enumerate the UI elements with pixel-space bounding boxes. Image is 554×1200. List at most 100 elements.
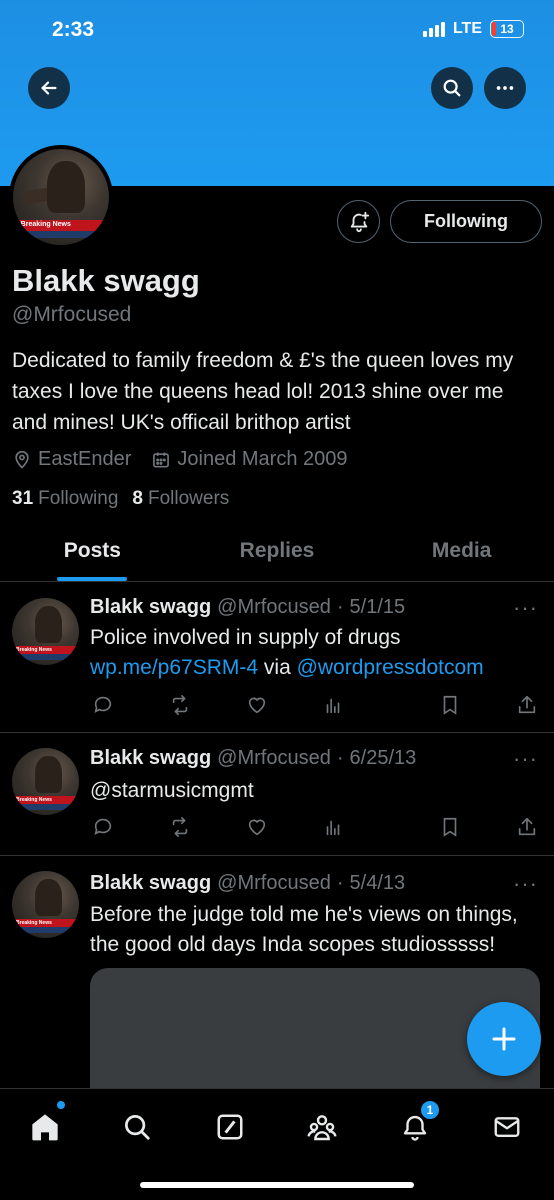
avatar-image: Breaking News	[13, 149, 109, 245]
notifications-badge: 1	[419, 1099, 441, 1121]
avatar-caption: Breaking News	[20, 221, 71, 229]
profile-meta: EastEnder Joined March 2009	[12, 448, 362, 471]
compose-button[interactable]	[467, 1002, 541, 1076]
battery-level: 13	[500, 22, 514, 36]
location: EastEnder	[12, 448, 131, 471]
post-text: Police involved in supply of drugs wp.me…	[90, 623, 530, 683]
repost-button[interactable]	[167, 692, 193, 718]
tab-media[interactable]: Media	[369, 530, 554, 581]
communities-icon	[307, 1115, 337, 1141]
post-actions	[90, 814, 540, 840]
search-icon	[125, 1115, 150, 1140]
avatar-caption: Breaking News	[16, 647, 52, 654]
joined-date: Joined March 2009	[151, 448, 348, 471]
followers-label: Followers	[147, 488, 230, 509]
tab-replies-label: Replies	[239, 539, 315, 562]
profile-bio: Dedicated to family freedom & £'s the qu…	[12, 349, 514, 434]
location-pin-icon	[15, 450, 29, 469]
joined-text: Joined March 2009	[177, 448, 348, 470]
repost-icon	[172, 695, 188, 715]
post-header: Blakk swagg @Mrfocused · 5/4/13	[90, 872, 405, 895]
separator-dot: ·	[336, 596, 344, 618]
post[interactable]: Breaking News Blakk swagg @Mrfocused · 5…	[0, 583, 554, 733]
separator-dot: ·	[336, 872, 344, 894]
post-header: Blakk swagg @Mrfocused · 5/1/15	[90, 596, 405, 619]
active-tab-indicator	[57, 577, 128, 581]
avatar-caption: Breaking News	[16, 920, 52, 927]
post-author-handle: @Mrfocused	[217, 596, 331, 618]
post-text: Before the judge told me he's views on t…	[90, 903, 518, 956]
nav-communities[interactable]	[304, 1109, 340, 1145]
reply-button[interactable]	[90, 692, 116, 718]
following-count-link[interactable]: 31 Following	[12, 488, 118, 510]
views-button[interactable]	[320, 814, 346, 840]
post-author-handle: @Mrfocused	[217, 872, 331, 894]
more-options-button[interactable]	[484, 67, 526, 109]
tab-posts-label: Posts	[63, 539, 121, 562]
bookmark-button[interactable]	[437, 814, 463, 840]
post-more-button[interactable]: ···	[513, 871, 538, 897]
post-text-part: via	[258, 656, 297, 679]
following-label: Following	[38, 488, 119, 509]
post-more-button[interactable]: ···	[513, 746, 538, 772]
avatar-caption: Breaking News	[16, 797, 52, 804]
post-date: 5/1/15	[349, 596, 406, 618]
post-actions	[90, 692, 540, 718]
reply-button[interactable]	[90, 814, 116, 840]
share-button[interactable]	[514, 692, 540, 718]
post-author-name: Blakk swagg	[90, 747, 212, 769]
battery-icon: 13	[490, 20, 524, 38]
reply-icon	[94, 818, 112, 835]
post-avatar[interactable]: Breaking News	[12, 871, 79, 938]
nav-messages[interactable]	[489, 1109, 525, 1145]
more-horizontal-icon	[496, 86, 514, 90]
bookmark-icon	[443, 817, 457, 837]
followers-count-link[interactable]: 8 Followers	[132, 488, 229, 510]
mention-link[interactable]: @wordpressdotcom	[297, 656, 484, 679]
heart-icon	[248, 819, 265, 836]
following-button[interactable]: Following	[390, 200, 542, 243]
home-icon	[32, 1114, 58, 1141]
profile-avatar[interactable]: Breaking News	[9, 145, 113, 249]
post-avatar[interactable]: Breaking News	[12, 598, 79, 665]
grok-icon	[217, 1114, 243, 1140]
post-link[interactable]: wp.me/p67SRM-4	[90, 656, 258, 679]
heart-icon	[248, 697, 265, 714]
tab-media-label: Media	[431, 539, 492, 562]
home-unread-dot	[57, 1101, 65, 1109]
views-button[interactable]	[320, 692, 346, 718]
post-more-button[interactable]: ···	[513, 595, 538, 621]
profile-display-name: Blakk swagg	[12, 263, 200, 298]
notifications-subscribe-button[interactable]	[337, 200, 380, 243]
repost-icon	[172, 817, 188, 837]
back-button[interactable]	[28, 67, 70, 109]
followers-count: 8	[132, 488, 143, 509]
like-button[interactable]	[244, 692, 270, 718]
views-chart-icon	[327, 820, 340, 836]
separator-dot: ·	[336, 747, 344, 769]
follow-counts: 31 Following 8 Followers	[12, 488, 229, 510]
like-button[interactable]	[244, 814, 270, 840]
share-icon	[518, 817, 536, 836]
following-count: 31	[12, 488, 34, 509]
post-header: Blakk swagg @Mrfocused · 6/25/13	[90, 747, 416, 770]
tab-replies[interactable]: Replies	[185, 530, 370, 581]
repost-button[interactable]	[167, 814, 193, 840]
plus-icon	[492, 1027, 516, 1051]
views-chart-icon	[327, 698, 340, 714]
search-button[interactable]	[431, 67, 473, 109]
profile-handle: @Mrfocused	[12, 303, 132, 326]
post[interactable]: Breaking News Blakk swagg @Mrfocused · 6…	[0, 734, 554, 856]
bookmark-button[interactable]	[437, 692, 463, 718]
signal-icon	[422, 21, 445, 37]
share-button[interactable]	[514, 814, 540, 840]
post-date: 6/25/13	[349, 747, 417, 769]
nav-grok[interactable]	[212, 1109, 248, 1145]
post-avatar[interactable]: Breaking News	[12, 748, 79, 815]
nav-home[interactable]	[27, 1109, 63, 1145]
home-indicator[interactable]	[140, 1182, 414, 1188]
network-label: LTE	[452, 20, 482, 37]
tab-posts[interactable]: Posts	[0, 530, 185, 581]
bell-plus-icon	[350, 211, 369, 232]
nav-search[interactable]	[119, 1109, 155, 1145]
